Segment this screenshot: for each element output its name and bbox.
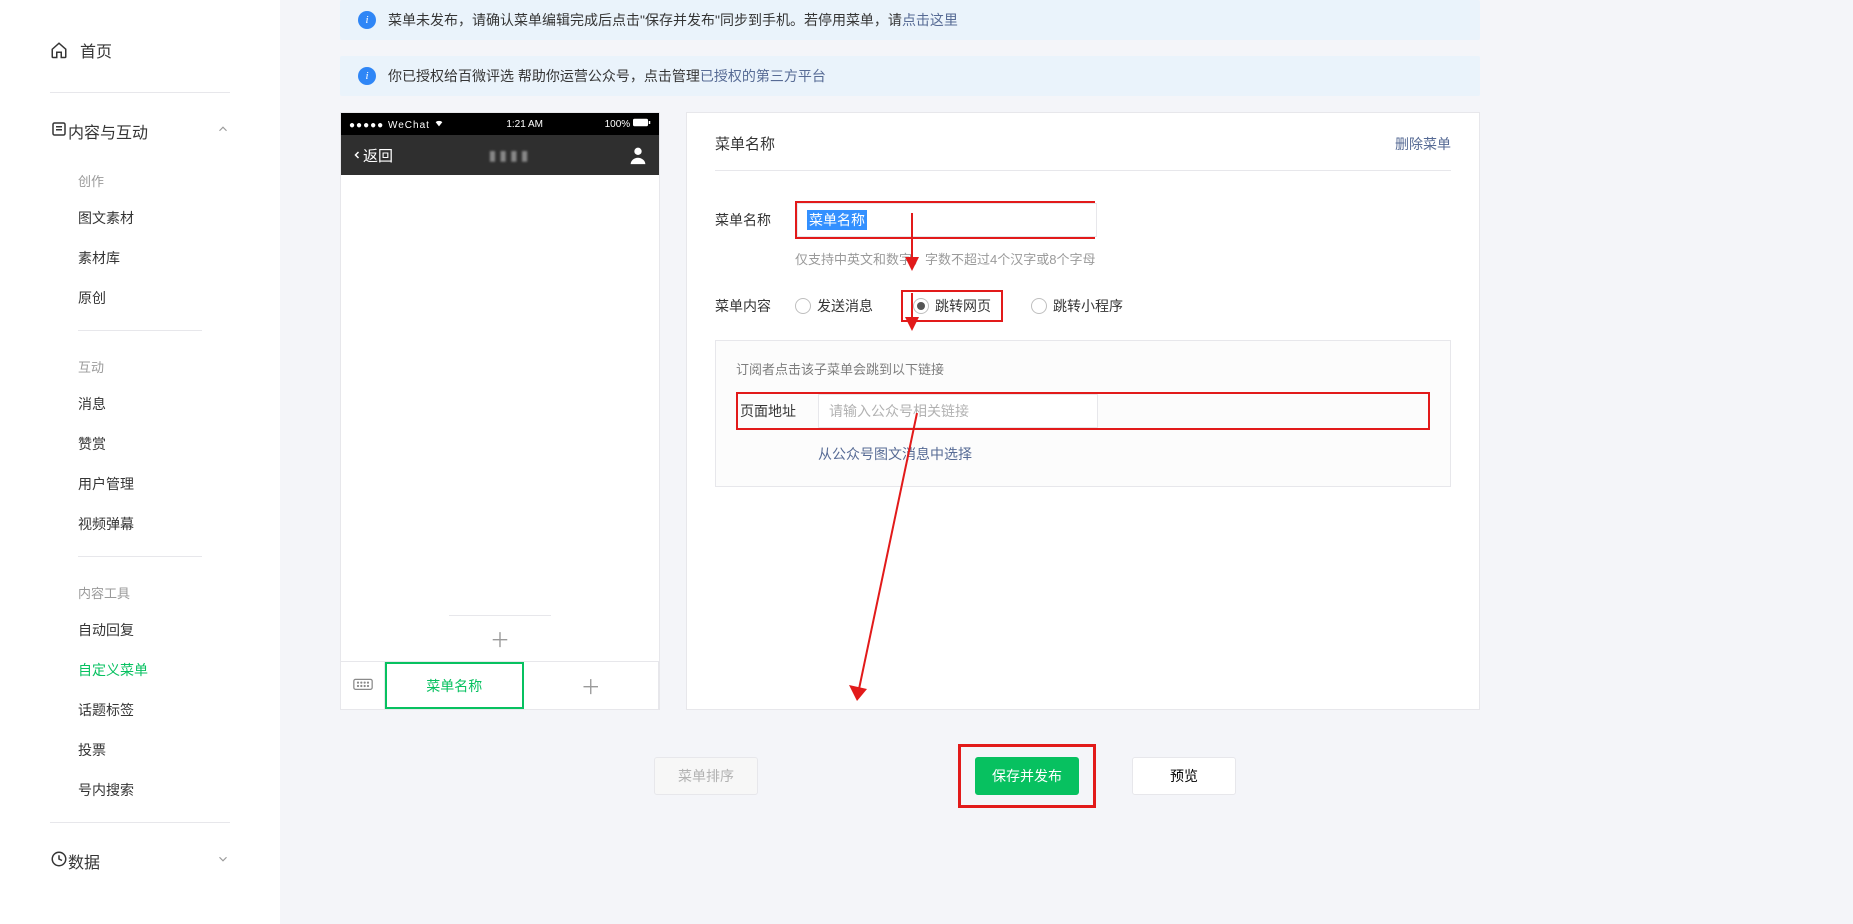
radio-goto-url[interactable]: 跳转网页 bbox=[913, 296, 991, 316]
banner-authorized: i 你已授权给百微评选 帮助你运营公众号，点击管理 已授权的第三方平台 bbox=[340, 56, 1480, 96]
nav-sub-custommenu[interactable]: 自定义菜单 bbox=[0, 650, 280, 690]
clock-icon bbox=[50, 850, 68, 873]
sort-menu-button[interactable]: 菜单排序 bbox=[654, 757, 758, 795]
banner2-text: 你已授权给百微评选 帮助你运营公众号，点击管理 bbox=[388, 66, 700, 86]
plus-icon: ＋ bbox=[581, 671, 601, 700]
nav-section-data[interactable]: 数据 bbox=[0, 835, 280, 887]
banner1-link[interactable]: 点击这里 bbox=[902, 10, 958, 30]
phone-menu-slot-2[interactable]: ＋ bbox=[524, 662, 660, 709]
status-battery: 100% bbox=[605, 119, 631, 130]
chevron-up-icon bbox=[216, 122, 230, 141]
sidebar: 首页 内容与互动 创作 图文素材 素材库 原创 互动 消息 赞赏 用户管理 视频… bbox=[0, 0, 280, 924]
phone-add-submenu[interactable]: ＋ bbox=[449, 615, 551, 661]
nav-sub-original[interactable]: 原创 bbox=[0, 278, 280, 318]
url-config-panel: 订阅者点击该子菜单会跳到以下链接 页面地址 从公众号图文消息中选择 bbox=[715, 340, 1451, 487]
user-icon[interactable] bbox=[627, 144, 649, 166]
plus-icon: ＋ bbox=[490, 624, 510, 653]
phone-back-label: 返回 bbox=[363, 145, 393, 166]
carrier-label: ●●●●● WeChat bbox=[349, 120, 430, 131]
nav-sub-topic[interactable]: 话题标签 bbox=[0, 690, 280, 730]
nav-sub-danmu[interactable]: 视频弹幕 bbox=[0, 504, 280, 544]
main-content: i 菜单未发布，请确认菜单编辑完成后点击"保存并发布"同步到手机。若停用菜单，请… bbox=[280, 0, 1540, 924]
home-icon bbox=[50, 41, 68, 59]
status-time: 1:21 AM bbox=[506, 119, 543, 130]
menu-name-input-highlight: 菜单名称 bbox=[795, 201, 1095, 239]
keyboard-icon bbox=[353, 678, 373, 694]
nav-sub-vote[interactable]: 投票 bbox=[0, 730, 280, 770]
phone-back-button[interactable]: 返回 bbox=[351, 145, 393, 166]
page-url-label: 页面地址 bbox=[738, 401, 818, 421]
radio-mini-label: 跳转小程序 bbox=[1053, 296, 1123, 316]
info-icon: i bbox=[358, 67, 376, 85]
nav-sub-article[interactable]: 图文素材 bbox=[0, 198, 280, 238]
radio-goto-miniprogram[interactable]: 跳转小程序 bbox=[1031, 296, 1123, 316]
nav-sub-material[interactable]: 素材库 bbox=[0, 238, 280, 278]
nav-data-label: 数据 bbox=[68, 849, 100, 873]
radio-icon bbox=[795, 298, 811, 314]
save-publish-button[interactable]: 保存并发布 bbox=[975, 757, 1079, 795]
nav-home[interactable]: 首页 bbox=[0, 20, 280, 80]
nav-group-interact: 互动 bbox=[0, 343, 280, 384]
save-button-highlight: 保存并发布 bbox=[958, 744, 1096, 808]
nav-home-label: 首页 bbox=[80, 38, 112, 62]
menu-content-label: 菜单内容 bbox=[715, 296, 795, 316]
action-bar: 菜单排序 保存并发布 预览 bbox=[340, 744, 1480, 808]
nav-group-tools: 内容工具 bbox=[0, 569, 280, 610]
phone-body bbox=[341, 175, 659, 615]
content-icon bbox=[50, 120, 68, 143]
banner1-text: 菜单未发布，请确认菜单编辑完成后点击"保存并发布"同步到手机。若停用菜单，请 bbox=[388, 10, 902, 30]
phone-statusbar: ●●●●● WeChat 1:21 AM 100% bbox=[341, 113, 659, 135]
phone-title-blurred: ▮▮▮▮ bbox=[393, 147, 627, 164]
banner2-link[interactable]: 已授权的第三方平台 bbox=[700, 66, 826, 86]
wifi-icon bbox=[433, 118, 445, 128]
phone-menu-bar: 菜单名称 ＋ bbox=[341, 661, 659, 709]
phone-preview: ●●●●● WeChat 1:21 AM 100% 返回 bbox=[340, 112, 660, 710]
editor-title: 菜单名称 bbox=[715, 133, 775, 154]
phone-preview-column: ●●●●● WeChat 1:21 AM 100% 返回 bbox=[340, 112, 662, 710]
banner-unpublished: i 菜单未发布，请确认菜单编辑完成后点击"保存并发布"同步到手机。若停用菜单，请… bbox=[340, 0, 1480, 40]
nav-sub-message[interactable]: 消息 bbox=[0, 384, 280, 424]
nav-section-label: 内容与互动 bbox=[68, 119, 148, 143]
radio-icon bbox=[913, 298, 929, 314]
nav-sub-users[interactable]: 用户管理 bbox=[0, 464, 280, 504]
preview-button[interactable]: 预览 bbox=[1132, 757, 1236, 795]
nav-sub-praise[interactable]: 赞赏 bbox=[0, 424, 280, 464]
menu-name-hint: 仅支持中英文和数字，字数不超过4个汉字或8个字母 bbox=[795, 249, 1451, 268]
phone-menu-slot-1[interactable]: 菜单名称 bbox=[385, 662, 524, 709]
nav-group-create: 创作 bbox=[0, 157, 280, 198]
radio-send-message[interactable]: 发送消息 bbox=[795, 296, 873, 316]
pick-from-articles-link[interactable]: 从公众号图文消息中选择 bbox=[818, 444, 1430, 464]
battery-icon bbox=[633, 118, 651, 127]
page-url-input[interactable] bbox=[818, 394, 1098, 428]
radio-url-label: 跳转网页 bbox=[935, 296, 991, 316]
info-icon: i bbox=[358, 11, 376, 29]
radio-send-label: 发送消息 bbox=[817, 296, 873, 316]
phone-header: 返回 ▮▮▮▮ bbox=[341, 135, 659, 175]
url-panel-desc: 订阅者点击该子菜单会跳到以下链接 bbox=[736, 359, 1430, 378]
menu-editor-panel: 菜单名称 删除菜单 菜单名称 菜单名称 仅支持中英文和数字，字数不超过4个汉字或… bbox=[686, 112, 1480, 710]
nav-sub-search[interactable]: 号内搜索 bbox=[0, 770, 280, 810]
delete-menu-link[interactable]: 删除菜单 bbox=[1395, 134, 1451, 154]
nav-section-content[interactable]: 内容与互动 bbox=[0, 105, 280, 157]
keyboard-toggle[interactable] bbox=[341, 662, 385, 709]
chevron-down-icon bbox=[216, 852, 230, 871]
chevron-left-icon bbox=[351, 147, 363, 163]
menu-content-radios: 发送消息 跳转网页 跳转小程序 bbox=[795, 290, 1123, 322]
radio-icon bbox=[1031, 298, 1047, 314]
menu-name-selected-text: 菜单名称 bbox=[807, 210, 867, 230]
nav-sub-autoreply[interactable]: 自动回复 bbox=[0, 610, 280, 650]
menu-name-label: 菜单名称 bbox=[715, 210, 795, 230]
